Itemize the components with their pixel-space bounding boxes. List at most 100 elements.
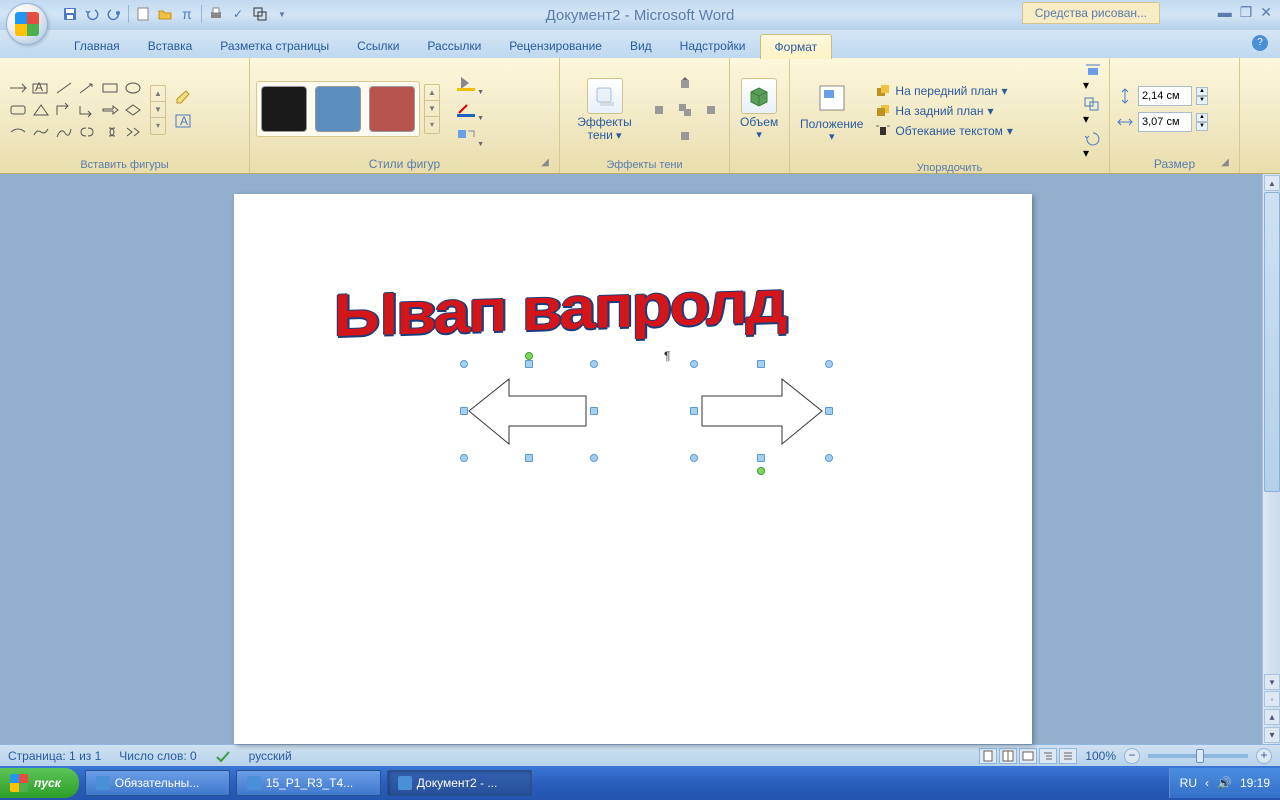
shape-left-arrow[interactable]	[464, 364, 594, 459]
group-arrange: Положение▾ На передний план ▾ На задний …	[790, 58, 1110, 173]
group-shape-styles: ▲▼▾ ▼ ▼ ▼ Стили фигур◢	[250, 58, 560, 173]
nudge-center-icon[interactable]	[673, 98, 697, 122]
text-box-icon[interactable]: A	[172, 110, 194, 132]
office-button[interactable]	[6, 3, 48, 45]
shape-outline-icon[interactable]: ▼	[450, 98, 482, 120]
dialog-launcher-icon[interactable]: ◢	[539, 157, 551, 169]
shadow-effects-button[interactable]: Эффекты тени ▾	[566, 76, 643, 144]
zoom-slider[interactable]	[1148, 754, 1248, 758]
svg-text:A: A	[180, 114, 188, 128]
tab-page-layout[interactable]: Разметка страницы	[206, 34, 343, 58]
edit-shape-icon[interactable]	[172, 87, 194, 109]
system-tray[interactable]: RU ‹ 🔊 19:19	[1169, 768, 1280, 798]
view-outline-icon[interactable]	[1039, 748, 1057, 764]
help-icon[interactable]: ?	[1252, 35, 1268, 51]
nudge-up-icon[interactable]	[673, 72, 697, 96]
document-area: Ывап вапролд ¶ ▲ ▼ ◦ ▴ ▾	[0, 174, 1280, 744]
tab-mailings[interactable]: Рассылки	[413, 34, 495, 58]
dialog-launcher-icon[interactable]: ◢	[1219, 157, 1231, 169]
page[interactable]: Ывап вапролд ¶	[234, 194, 1032, 744]
tray-clock[interactable]: 19:19	[1240, 776, 1270, 790]
open-icon[interactable]	[155, 4, 175, 24]
maximize-icon[interactable]: ❐	[1240, 4, 1253, 21]
taskbar-item[interactable]: Обязательны...	[85, 770, 230, 796]
ribbon-tabs: Главная Вставка Разметка страницы Ссылки…	[0, 30, 1280, 58]
group-label: Эффекты тени	[566, 157, 723, 173]
zoom-level[interactable]: 100%	[1085, 749, 1116, 763]
tray-expand-icon[interactable]: ‹	[1205, 776, 1209, 790]
title-bar: π ✓ ▼ Документ2 - Microsoft Word Средств…	[0, 0, 1280, 30]
height-input[interactable]	[1138, 86, 1192, 106]
width-icon	[1116, 113, 1134, 131]
quick-access-toolbar: π ✓ ▼	[60, 4, 292, 24]
tab-addins[interactable]: Надстройки	[666, 34, 760, 58]
shape-gallery-scroll[interactable]: ▲▼▾	[150, 85, 166, 135]
tray-icon[interactable]: 🔊	[1217, 776, 1232, 790]
zoom-out-icon[interactable]: −	[1124, 748, 1140, 764]
view-draft-icon[interactable]	[1059, 748, 1077, 764]
style-gallery-scroll[interactable]: ▲▼▾	[424, 84, 440, 134]
qat-customize-icon[interactable]: ▼	[272, 4, 292, 24]
nudge-down-icon[interactable]	[673, 124, 697, 148]
redo-icon[interactable]	[104, 4, 124, 24]
start-button[interactable]: пуск	[0, 768, 79, 798]
group-insert-shapes: A ▲▼▾	[0, 58, 250, 173]
3d-effects-button[interactable]: Объем▾	[736, 76, 782, 143]
tab-review[interactable]: Рецензирование	[495, 34, 616, 58]
style-swatch-black[interactable]	[261, 86, 307, 132]
status-language[interactable]: русский	[249, 749, 292, 763]
spell-icon[interactable]: ✓	[228, 4, 248, 24]
style-gallery[interactable]	[256, 81, 420, 137]
ribbon: A ▲▼▾	[0, 58, 1280, 174]
contextual-tab-label: Средства рисован...	[1022, 2, 1160, 24]
group-label: Вставить фигуры	[6, 157, 243, 173]
close-icon[interactable]: ✕	[1260, 4, 1272, 21]
change-shape-icon[interactable]: ▼	[450, 124, 482, 146]
window-title: Документ2 - Microsoft Word	[546, 7, 735, 24]
shape-fill-icon[interactable]: ▼	[450, 72, 482, 94]
group-3d: Объем▾	[730, 58, 790, 173]
vertical-scrollbar[interactable]: ▲ ▼ ◦ ▴ ▾	[1262, 174, 1280, 744]
shape-gallery[interactable]: A	[6, 77, 144, 143]
new-doc-icon[interactable]	[133, 4, 153, 24]
tab-view[interactable]: Вид	[616, 34, 666, 58]
taskbar-item[interactable]: Документ2 - ...	[387, 770, 532, 796]
nudge-left-icon[interactable]	[647, 98, 671, 122]
style-swatch-red[interactable]	[369, 86, 415, 132]
bring-to-front-button[interactable]: На передний план ▾	[875, 83, 1075, 99]
tab-format[interactable]: Формат	[760, 34, 833, 59]
shadow-nudge	[647, 72, 723, 148]
status-page[interactable]: Страница: 1 из 1	[8, 749, 101, 763]
wordart-text[interactable]: Ывап вапролд	[333, 267, 785, 350]
minimize-icon[interactable]: ▬	[1218, 4, 1232, 21]
view-web-layout-icon[interactable]	[1019, 748, 1037, 764]
align-icon[interactable]: ▾	[1083, 62, 1103, 92]
rotate-icon[interactable]: ▾	[1083, 130, 1103, 160]
spell-check-icon[interactable]	[215, 748, 231, 763]
undo-icon[interactable]	[82, 4, 102, 24]
shape-right-arrow[interactable]	[694, 364, 829, 469]
save-icon[interactable]	[60, 4, 80, 24]
tab-references[interactable]: Ссылки	[343, 34, 413, 58]
view-print-layout-icon[interactable]	[979, 748, 997, 764]
width-input[interactable]	[1138, 112, 1192, 132]
taskbar-item[interactable]: 15_P1_R3_Т4...	[236, 770, 381, 796]
view-full-screen-icon[interactable]	[999, 748, 1017, 764]
zoom-in-icon[interactable]: +	[1256, 748, 1272, 764]
print-preview-icon[interactable]	[206, 4, 226, 24]
group-shapes-icon[interactable]: ▾	[1083, 96, 1103, 126]
paragraph-mark: ¶	[664, 349, 670, 363]
status-words[interactable]: Число слов: 0	[119, 749, 196, 763]
text-wrapping-button[interactable]: Обтекание текстом ▾	[875, 123, 1075, 139]
nudge-right-icon[interactable]	[699, 98, 723, 122]
send-to-back-button[interactable]: На задний план ▾	[875, 103, 1075, 119]
tab-home[interactable]: Главная	[60, 34, 134, 58]
group-shadow: Эффекты тени ▾ Эффекты тени	[560, 58, 730, 173]
equation-icon[interactable]: π	[177, 4, 197, 24]
position-button[interactable]: Положение▾	[796, 78, 867, 145]
group-icon[interactable]	[250, 4, 270, 24]
style-swatch-blue[interactable]	[315, 86, 361, 132]
tab-insert[interactable]: Вставка	[134, 34, 207, 58]
group-label: Размер◢	[1116, 155, 1233, 173]
tray-language[interactable]: RU	[1180, 776, 1197, 790]
